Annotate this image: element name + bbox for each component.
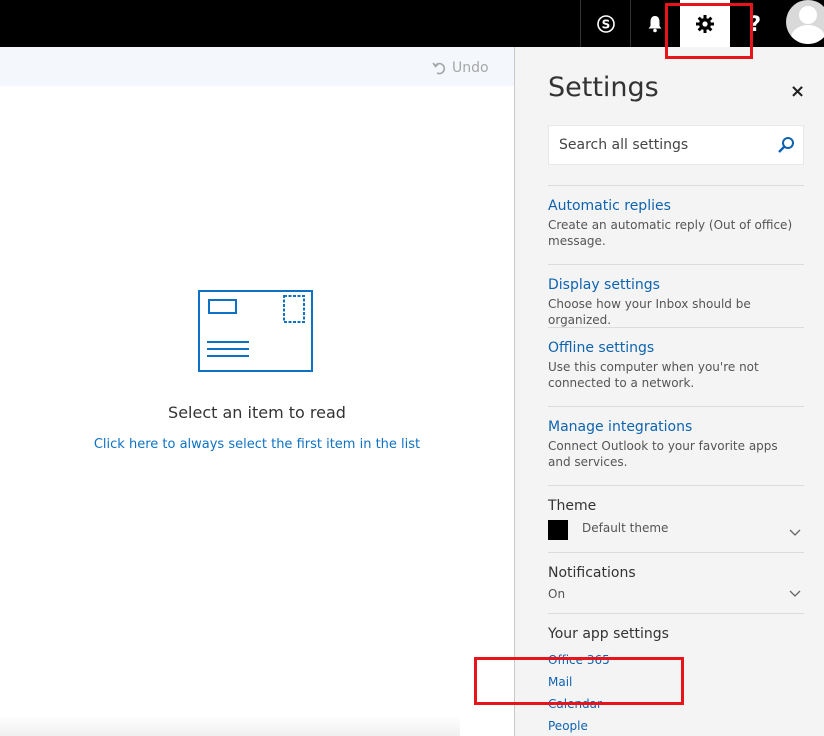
search-placeholder: Search all settings <box>559 137 689 153</box>
divider <box>548 264 804 265</box>
notifications-label: Notifications <box>548 565 636 581</box>
select-first-item-link[interactable]: Click here to always select the first it… <box>0 437 514 452</box>
divider <box>548 406 804 407</box>
manage-integrations-desc: Connect Outlook to your favorite apps an… <box>548 439 778 469</box>
top-separator <box>580 0 581 47</box>
undo-icon <box>432 62 446 75</box>
theme-value[interactable]: Default theme <box>582 521 668 535</box>
divider <box>548 552 804 553</box>
manage-integrations-link[interactable]: Manage integrations <box>548 419 692 435</box>
undo-button[interactable]: Undo <box>432 58 489 78</box>
divider <box>548 613 804 614</box>
automatic-replies-link[interactable]: Automatic replies <box>548 198 671 214</box>
avatar-head-shape <box>799 6 817 24</box>
settings-pane: Settings × Search all settings Automatic… <box>514 47 824 736</box>
notifications-value[interactable]: On <box>548 587 565 601</box>
skype-icon: S <box>597 14 615 33</box>
offline-settings-desc: Use this computer when you're not connec… <box>548 360 759 390</box>
highlight-box-gear <box>665 3 753 59</box>
select-item-message: Select an item to read <box>168 403 346 422</box>
close-icon[interactable]: × <box>790 81 805 102</box>
undo-label: Undo <box>452 60 489 76</box>
automatic-replies-desc: Create an automatic reply (Out of office… <box>548 218 793 248</box>
svg-text:S: S <box>602 17 611 31</box>
chevron-down-icon[interactable] <box>789 590 801 598</box>
divider <box>548 185 804 186</box>
people-settings-link[interactable]: People <box>548 719 588 733</box>
app-settings-label: Your app settings <box>548 626 669 642</box>
bell-icon <box>648 15 662 32</box>
display-settings-desc: Choose how your Inbox should be organize… <box>548 297 751 327</box>
user-avatar[interactable] <box>786 0 824 44</box>
settings-title: Settings <box>548 72 659 103</box>
theme-swatch <box>548 520 568 540</box>
offline-settings-link[interactable]: Offline settings <box>548 340 654 356</box>
theme-label: Theme <box>548 498 597 514</box>
skype-button[interactable]: S <box>582 0 630 47</box>
chevron-down-icon[interactable] <box>789 529 801 537</box>
bottom-shadow <box>0 716 460 736</box>
highlight-box-mail <box>474 657 684 705</box>
settings-search-input[interactable]: Search all settings <box>548 125 804 165</box>
display-settings-link[interactable]: Display settings <box>548 277 660 293</box>
search-icon[interactable] <box>777 136 795 154</box>
avatar-torso-shape <box>791 25 824 44</box>
envelope-icon <box>198 290 313 372</box>
divider <box>548 485 804 486</box>
divider <box>548 327 804 328</box>
